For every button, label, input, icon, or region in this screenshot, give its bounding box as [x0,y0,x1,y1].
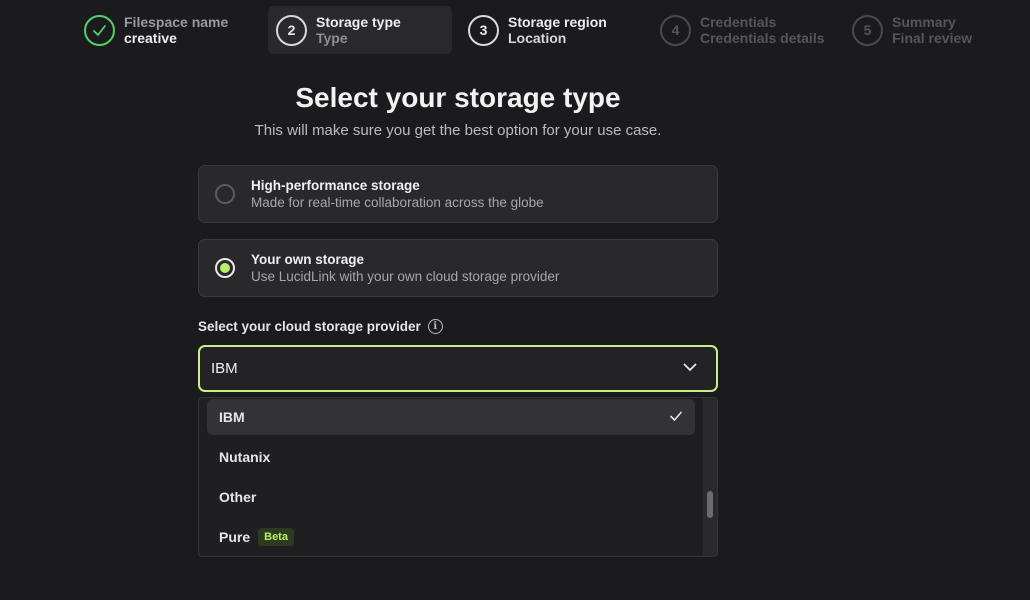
step-subtitle: Credentials details [700,30,825,46]
provider-label-text: Select your cloud storage provider [198,319,421,334]
provider-dropdown-list: IBM Nutanix Other Pure Beta [198,397,718,557]
step-subtitle: creative [124,30,177,46]
option-label: Pure [219,529,251,545]
step-summary[interactable]: 5 Summary Final review [844,6,1028,54]
step-number: 2 [276,14,307,46]
step-credentials[interactable]: 4 Credentials Credentials details [652,6,836,54]
option-label: IBM [219,409,245,425]
scrollbar-track[interactable] [703,398,717,556]
info-icon[interactable]: i [427,319,443,334]
step-filespace-name[interactable]: Filespace name creative [76,6,260,54]
step-title: Storage region [508,14,607,30]
step-title: Filespace name [124,14,229,30]
step-subtitle: Type [316,30,348,46]
radio-button[interactable] [215,184,235,204]
radio-button-checked[interactable] [215,258,235,278]
option-your-own-storage[interactable]: Your own storage Use LucidLink with your… [198,239,718,297]
provider-select-value: IBM [211,360,238,377]
step-number: 4 [660,14,691,46]
step-title: Storage type [316,14,401,30]
dropdown-option-ibm[interactable]: IBM [207,399,695,435]
dropdown-option-nutanix[interactable]: Nutanix [207,439,695,475]
beta-badge: Beta [258,528,294,546]
step-number: 5 [852,14,883,46]
dropdown-option-pure[interactable]: Pure Beta [207,519,695,555]
page-title: Select your storage type [295,82,621,113]
stepper: Filespace name creative 2 Storage type T… [76,6,1028,54]
option-title: Your own storage [251,251,365,267]
step-subtitle: Final review [892,30,973,46]
option-label: Nutanix [219,449,271,465]
check-icon [84,14,115,46]
page-subtitle: This will make sure you get the best opt… [254,122,662,139]
option-title: High-performance storage [251,177,420,193]
step-storage-type[interactable]: 2 Storage type Type [268,6,452,54]
scrollbar-thumb[interactable] [707,491,713,518]
step-storage-region[interactable]: 3 Storage region Location [460,6,644,54]
option-description: Use LucidLink with your own cloud storag… [251,268,560,284]
option-label: Other [219,489,257,505]
provider-label: Select your cloud storage provider i [198,319,443,334]
dropdown-option-other[interactable]: Other [207,479,695,515]
option-description: Made for real-time collaboration across … [251,194,544,210]
step-subtitle: Location [508,30,567,46]
chevron-down-icon [682,359,698,379]
provider-select[interactable]: IBM [198,345,718,392]
option-high-performance-storage[interactable]: High-performance storage Made for real-t… [198,165,718,223]
step-title: Summary [892,14,956,30]
step-number: 3 [468,14,499,46]
check-icon [669,409,683,426]
step-title: Credentials [700,14,777,30]
